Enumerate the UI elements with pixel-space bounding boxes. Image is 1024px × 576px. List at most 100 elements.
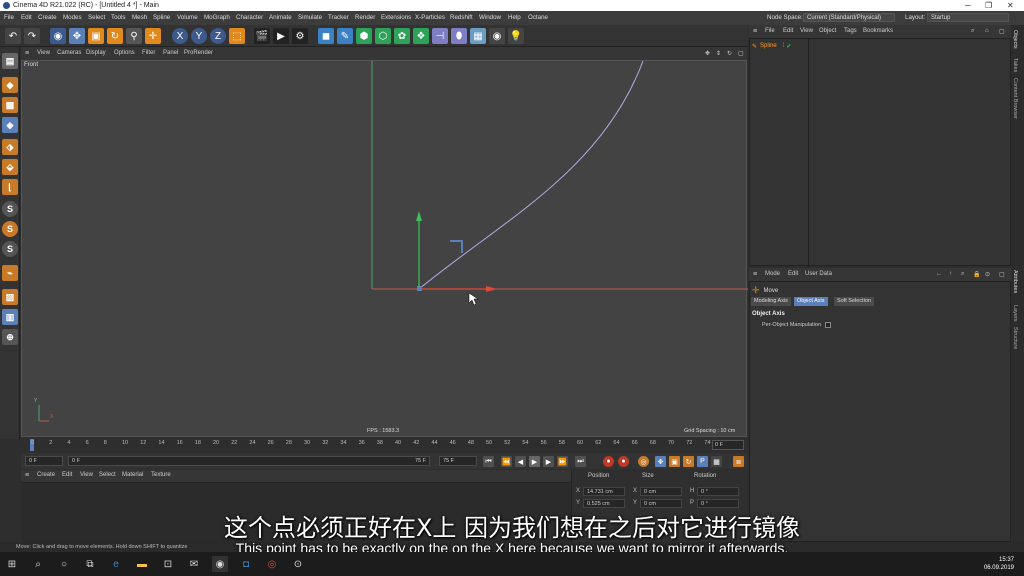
viewport-menu-prorender[interactable]: ProRender bbox=[184, 50, 213, 56]
menu-edit[interactable]: Edit bbox=[21, 14, 32, 21]
menu-tools[interactable]: Tools bbox=[111, 14, 125, 21]
tab-object-axis[interactable]: Object Axis bbox=[794, 297, 828, 306]
tweak-icon[interactable]: ⌁ bbox=[2, 265, 18, 281]
viewport-move-icon[interactable]: ✥ bbox=[705, 50, 710, 57]
attribute-menu-icon[interactable]: ≡ bbox=[753, 271, 757, 278]
attribute-menu-mode[interactable]: Mode bbox=[765, 271, 780, 277]
timeline-window-icon[interactable]: ≣ bbox=[733, 456, 744, 467]
viewport-menu-options[interactable]: Options bbox=[114, 50, 135, 56]
autokeying-icon[interactable]: ● bbox=[618, 456, 629, 467]
record-keys-icon[interactable]: ● bbox=[603, 456, 614, 467]
object-search-icon[interactable]: ⌕ bbox=[971, 28, 974, 35]
menu-volume[interactable]: Volume bbox=[177, 14, 198, 21]
visibility-dots-icon[interactable]: ⁞ bbox=[783, 43, 785, 49]
menu-mesh[interactable]: Mesh bbox=[132, 14, 147, 21]
make-editable-icon[interactable]: ▤ bbox=[2, 53, 18, 69]
boole-icon[interactable]: ✿ bbox=[394, 28, 410, 44]
coord-rot-p-field[interactable]: 0 ° bbox=[697, 499, 739, 508]
cube-primitive-icon[interactable]: ◼ bbox=[318, 28, 334, 44]
current-frame-field[interactable]: 0 F bbox=[712, 440, 744, 450]
object-manager-area[interactable] bbox=[749, 38, 1011, 267]
file-explorer-icon[interactable]: ▬ bbox=[134, 556, 150, 572]
next-frame-icon[interactable]: ▶ bbox=[543, 456, 554, 467]
object-menu-edit[interactable]: Edit bbox=[783, 28, 793, 34]
per-object-manipulation-checkbox[interactable] bbox=[825, 322, 832, 328]
key-scale-icon[interactable]: ▣ bbox=[669, 456, 680, 467]
edges-mode-icon[interactable]: ⬙ bbox=[2, 159, 18, 175]
menu-tracker[interactable]: Tracker bbox=[328, 14, 349, 21]
scale-tool-icon[interactable]: ▣ bbox=[88, 28, 104, 44]
windows-start-icon[interactable]: ⊞ bbox=[4, 556, 20, 572]
render-settings-icon[interactable]: ⚙ bbox=[292, 28, 308, 44]
close-icon[interactable]: ✕ bbox=[1007, 1, 1014, 10]
tab-soft-selection[interactable]: Soft Selection bbox=[834, 297, 874, 306]
workplane-mode-icon[interactable]: ◈ bbox=[2, 117, 18, 133]
pen-spline-icon[interactable]: ✎ bbox=[337, 28, 353, 44]
viewport-menu-panel[interactable]: Panel bbox=[163, 50, 178, 56]
restore-icon[interactable]: ❐ bbox=[985, 1, 992, 10]
coordinate-tool-icon[interactable]: ✛ bbox=[145, 28, 161, 44]
render-view-icon[interactable]: 🎬 bbox=[254, 28, 270, 44]
field-icon[interactable]: ⬮ bbox=[451, 28, 467, 44]
mograph-cloner-icon[interactable]: ❖ bbox=[413, 28, 429, 44]
previous-key-icon[interactable]: ⏪ bbox=[501, 456, 512, 467]
key-parameter-icon[interactable]: P bbox=[697, 456, 708, 467]
world-coordinates-icon[interactable]: ⬚ bbox=[229, 28, 245, 44]
polygons-mode-icon[interactable]: ⌊ bbox=[2, 179, 18, 195]
snapping-icon[interactable]: S bbox=[2, 221, 18, 237]
undo-icon[interactable]: ↶ bbox=[5, 28, 21, 44]
coord-rot-h-field[interactable]: 0 ° bbox=[697, 487, 739, 496]
object-menu-bookmarks[interactable]: Bookmarks bbox=[863, 28, 893, 34]
key-rotation-icon[interactable]: ↻ bbox=[683, 456, 694, 467]
coord-pos-y-field[interactable]: 0.525 cm bbox=[583, 499, 625, 508]
menu-x-particles[interactable]: X-Particles bbox=[415, 14, 445, 21]
app-icon[interactable]: ⊙ bbox=[290, 556, 306, 572]
preview-min-field[interactable]: 0 F bbox=[68, 456, 430, 466]
end-frame-field[interactable]: 75 F bbox=[439, 456, 477, 466]
locked-workplane-icon[interactable]: ▥ bbox=[2, 309, 18, 325]
cortana-icon[interactable]: ○ bbox=[56, 556, 72, 572]
array-icon[interactable]: ⬡ bbox=[375, 28, 391, 44]
object-menu-file[interactable]: File bbox=[765, 28, 775, 34]
vtab-attributes[interactable]: Attributes bbox=[1012, 270, 1018, 293]
menu-help[interactable]: Help bbox=[508, 14, 521, 21]
minimize-icon[interactable]: ─ bbox=[965, 1, 971, 10]
go-to-end-icon[interactable]: ⏭ bbox=[575, 456, 586, 467]
taskbar-search-icon[interactable]: ⌕ bbox=[30, 556, 46, 572]
workplane-icon[interactable]: ▨ bbox=[2, 289, 18, 305]
menu-render[interactable]: Render bbox=[355, 14, 375, 21]
object-menu-tags[interactable]: Tags bbox=[844, 28, 857, 34]
model-mode-icon[interactable]: ◆ bbox=[2, 77, 18, 93]
move-tool-icon[interactable]: ✥ bbox=[69, 28, 85, 44]
render-picture-viewer-icon[interactable]: ▶ bbox=[273, 28, 289, 44]
material-menu-texture[interactable]: Texture bbox=[151, 472, 171, 478]
next-key-icon[interactable]: ⏩ bbox=[557, 456, 568, 467]
light-icon[interactable]: 💡 bbox=[508, 28, 524, 44]
object-home-icon[interactable]: ⌂ bbox=[985, 28, 989, 34]
floor-icon[interactable]: ▦ bbox=[470, 28, 486, 44]
live-selection-icon[interactable]: ◉ bbox=[50, 28, 66, 44]
viewport-menu-display[interactable]: Display bbox=[86, 50, 106, 56]
chrome-icon[interactable]: ◎ bbox=[264, 556, 280, 572]
menu-create[interactable]: Create bbox=[38, 14, 57, 21]
viewport-zoom-icon[interactable]: ⇕ bbox=[716, 50, 721, 57]
rotate-tool-icon[interactable]: ↻ bbox=[107, 28, 123, 44]
layout-dropdown[interactable]: Startup bbox=[927, 13, 1009, 22]
cinema4d-taskbar-icon[interactable]: ◉ bbox=[212, 556, 228, 572]
go-to-start-icon[interactable]: ⏮ bbox=[483, 456, 494, 467]
store-icon[interactable]: ⊡ bbox=[160, 556, 176, 572]
menu-redshift[interactable]: Redshift bbox=[450, 14, 473, 21]
viewport-maximize-icon[interactable]: ▢ bbox=[738, 50, 744, 57]
edge-browser-icon[interactable]: e bbox=[108, 556, 124, 572]
menu-modes[interactable]: Modes bbox=[63, 14, 82, 21]
back-arrow-icon[interactable]: ← bbox=[936, 271, 942, 277]
points-mode-icon[interactable]: ⬗ bbox=[2, 139, 18, 155]
x-axis-lock-button[interactable]: X bbox=[172, 28, 188, 44]
outlook-icon[interactable]: ◘ bbox=[238, 556, 254, 572]
keyframe-selection-icon[interactable]: ◎ bbox=[638, 456, 649, 467]
object-menu-icon[interactable]: ≡ bbox=[753, 28, 757, 35]
object-menu-object[interactable]: Object bbox=[819, 28, 836, 34]
menu-extensions[interactable]: Extensions bbox=[381, 14, 411, 21]
vtab-structure[interactable]: Structure bbox=[1012, 327, 1018, 349]
vtab-objects[interactable]: Objects bbox=[1012, 30, 1018, 49]
